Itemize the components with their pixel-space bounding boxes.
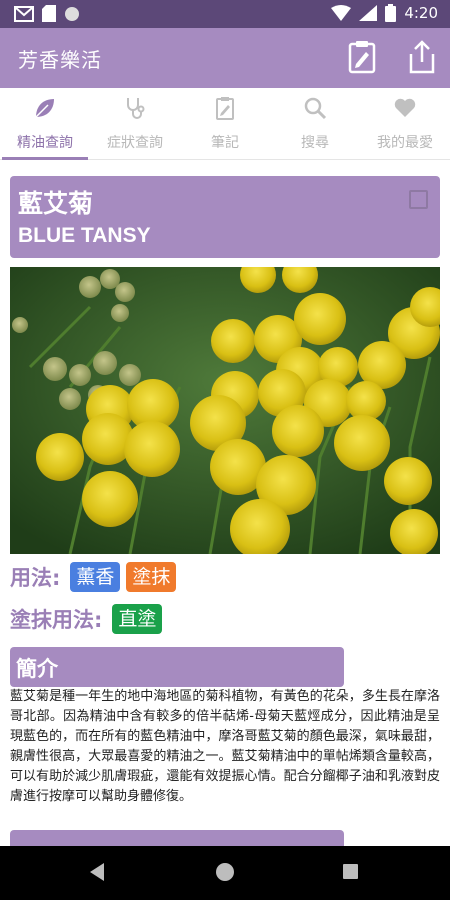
intro-text: 藍艾菊是種一年生的地中海地區的菊科植物，有黃色的花朵，多生長在摩洛哥北部。因為精… [10, 689, 440, 804]
oil-title-card: 藍艾菊 BLUE TANSY [10, 176, 440, 258]
usage-row: 用法: 薰香 塗抹 [10, 562, 177, 592]
back-icon[interactable] [90, 863, 104, 881]
battery-icon [385, 4, 397, 22]
favorite-checkbox[interactable] [409, 190, 428, 209]
oil-name-en: BLUE TANSY [18, 224, 151, 247]
content-scroll[interactable]: 藍艾菊 BLUE TANSY 用法: 薰香 塗抹 塗抹用法: 直塗 簡介 藍艾菊… [0, 160, 450, 846]
wifi-icon [331, 5, 352, 21]
apply-usage-row: 塗抹用法: 直塗 [10, 604, 163, 634]
system-nav-bar [0, 846, 450, 900]
tab-oil-search[interactable]: 精油查詢 [0, 88, 90, 160]
tab-search[interactable]: 搜尋 [270, 88, 360, 160]
usage-label: 用法: [10, 566, 61, 590]
app-title: 芳香樂活 [18, 48, 102, 72]
tab-bar: 精油查詢 症狀查詢 筆記 搜尋 我的最愛 [0, 88, 450, 160]
tansy-flowers-image [10, 267, 440, 554]
tab-favorites[interactable]: 我的最愛 [360, 88, 450, 160]
mail-notification-icon [14, 5, 34, 22]
stethoscope-icon [127, 98, 145, 119]
intro-header: 簡介 [10, 647, 344, 687]
app-bar: 芳香樂活 [0, 28, 450, 88]
tab-notes[interactable]: 筆記 [180, 88, 270, 160]
clipboard-icon[interactable] [348, 40, 376, 74]
status-bar: 4:20 [0, 0, 450, 28]
status-time: 4:20 [404, 4, 438, 22]
home-icon[interactable] [216, 863, 234, 881]
usage-chip-diffuse: 薰香 [70, 562, 121, 592]
sd-card-icon [42, 5, 56, 22]
apply-usage-label: 塗抹用法: [10, 608, 103, 632]
oil-photo [10, 267, 440, 554]
next-section-header [10, 830, 344, 846]
cell-signal-icon [359, 5, 378, 21]
apply-chip-direct: 直塗 [112, 604, 163, 634]
leaf-icon [35, 99, 54, 118]
tab-symptom-search[interactable]: 症狀查詢 [90, 88, 180, 160]
notepad-icon [216, 97, 234, 120]
recent-apps-icon[interactable] [343, 864, 358, 879]
usage-chip-topical: 塗抹 [126, 562, 177, 592]
oil-name-cn: 藍艾菊 [18, 189, 94, 218]
heart-icon [394, 98, 416, 117]
share-icon[interactable] [408, 40, 436, 74]
search-icon [304, 97, 327, 120]
circle-notification-icon [65, 6, 79, 21]
